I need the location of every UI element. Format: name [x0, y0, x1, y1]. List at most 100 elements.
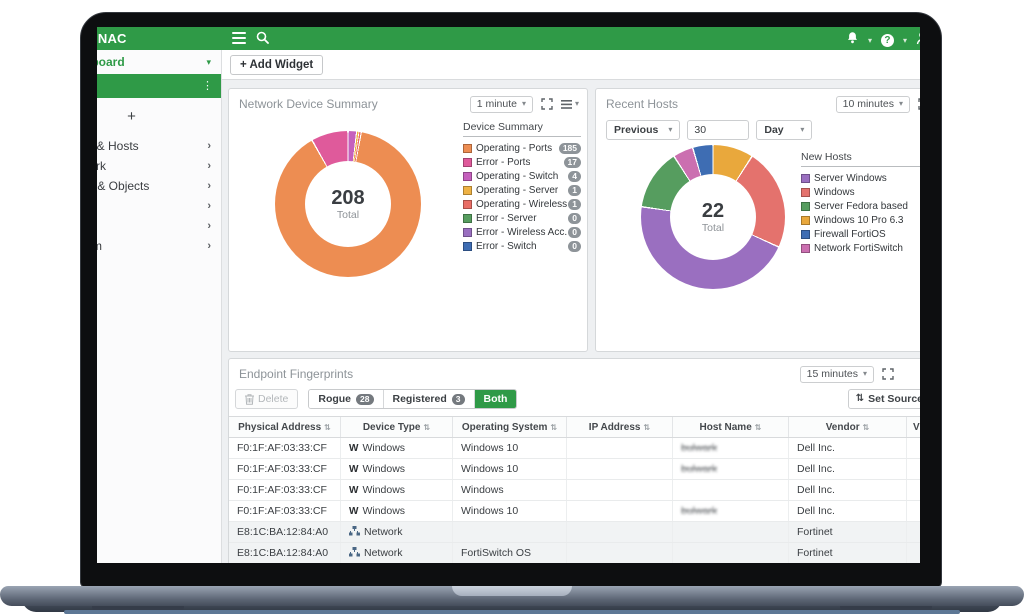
help-icon[interactable]: ?	[881, 34, 894, 47]
chevron-right-icon: ›	[207, 176, 211, 196]
windows-icon: W	[349, 443, 358, 454]
swatch	[801, 230, 810, 239]
swatch	[801, 244, 810, 253]
recent-hosts-donut-chart[interactable]: 22 Total	[641, 145, 785, 289]
bell-icon[interactable]	[846, 31, 859, 50]
bell-dropdown-caret[interactable]: ▾	[868, 37, 872, 45]
filter-both-button[interactable]: Both	[475, 390, 517, 408]
swatch	[463, 200, 472, 209]
table-row[interactable]: E8:1C:BA:12:84:A0 WNetwork FortiSwitch O…	[229, 543, 920, 563]
legend-item[interactable]: Windows	[801, 186, 920, 199]
legend-item[interactable]: Operating - Switch4	[463, 170, 581, 183]
search-icon[interactable]	[256, 31, 269, 49]
sidebar-item-dashboard[interactable]: Dashboard ▾	[97, 50, 221, 74]
sidebar-item-policy-objects[interactable]: Policy & Objects›	[97, 176, 221, 196]
sort-icon: ⇅	[550, 423, 557, 432]
expand-icon[interactable]	[540, 97, 554, 111]
legend-item[interactable]: Error - Wireless Acc...0	[463, 226, 581, 239]
delete-button[interactable]: Delete	[235, 389, 298, 409]
legend-item[interactable]: Firewall FortiOS	[801, 228, 920, 241]
host-name-redacted: bulwark	[681, 442, 717, 454]
chevron-right-icon: ›	[207, 156, 211, 176]
menu-hamburger-icon[interactable]	[232, 32, 246, 44]
time-range-dropdown[interactable]: 10 minutes▾	[836, 96, 910, 113]
network-icon	[349, 526, 360, 536]
windows-icon: W	[349, 464, 358, 475]
col-operating-system[interactable]: Operating System⇅	[453, 417, 567, 437]
app-logo: FortiNAC	[97, 27, 127, 50]
sidebar-item-portal[interactable]: Portal›	[97, 196, 221, 216]
endpoint-toolbar: Delete Rogue 28 Registered 3 Both	[235, 387, 920, 411]
legend-item[interactable]: Operating - Server1	[463, 184, 581, 197]
col-physical-address[interactable]: Physical Address⇅	[229, 417, 341, 437]
legend-item[interactable]: Server Fedora based	[801, 200, 920, 213]
table-row[interactable]: F0:1F:AF:03:33:CF WWindows Windows 10 bu…	[229, 501, 920, 522]
previous-select[interactable]: Previous▾	[606, 120, 680, 140]
chevron-right-icon: ›	[207, 236, 211, 256]
expand-icon[interactable]	[917, 97, 920, 111]
chevron-down-icon: ▾	[668, 126, 672, 134]
help-dropdown-caret[interactable]: ▾	[903, 37, 907, 45]
sort-icon: ⇅	[863, 423, 870, 432]
swatch	[463, 228, 472, 237]
sidebar-item-logs[interactable]: Logs›	[97, 216, 221, 236]
col-view[interactable]: View	[907, 417, 920, 437]
device-summary-donut-chart[interactable]: 208 Total	[275, 131, 421, 277]
sidebar-item-network[interactable]: Network›	[97, 156, 221, 176]
table-row[interactable]: F0:1F:AF:03:33:CF WWindows Windows 10 bu…	[229, 438, 920, 459]
sidebar-item-users-hosts[interactable]: Users & Hosts›	[97, 136, 221, 156]
kebab-menu-icon[interactable]: ⋮	[202, 81, 213, 92]
add-widget-button[interactable]: + Add Widget	[230, 55, 323, 75]
sort-arrows-icon: ⇅	[856, 394, 864, 404]
chevron-right-icon: ›	[207, 136, 211, 156]
time-range-dropdown[interactable]: 15 minutes▾	[800, 366, 874, 383]
filter-rogue-button[interactable]: Rogue 28	[309, 390, 383, 408]
chevron-down-icon: ▾	[206, 50, 211, 74]
sort-icon: ⇅	[644, 423, 651, 432]
sidebar-dashboard-selected-item[interactable]: ⋮	[97, 74, 221, 98]
trash-icon	[245, 394, 254, 405]
endpoint-table: Physical Address⇅ Device Type⇅ Operating…	[229, 416, 920, 563]
swatch	[801, 202, 810, 211]
period-unit-select[interactable]: Day▾	[756, 120, 812, 140]
col-vendor[interactable]: Vendor⇅	[789, 417, 907, 437]
legend-item[interactable]: Operating - Wireless...1	[463, 198, 581, 211]
legend-item[interactable]: Operating - Ports185	[463, 142, 581, 155]
count-badge: 1	[568, 199, 581, 210]
network-icon	[349, 547, 360, 557]
swatch	[463, 214, 472, 223]
filter-segmented-control: Rogue 28 Registered 3 Both	[308, 389, 517, 409]
sidebar-add-dashboard-button[interactable]: +	[97, 108, 221, 124]
time-range-dropdown[interactable]: 1 minute▾	[470, 96, 533, 113]
table-row[interactable]: F0:1F:AF:03:33:CF WWindows Windows Dell …	[229, 480, 920, 501]
host-name-redacted: bulwark	[681, 463, 717, 475]
host-name-redacted: bulwark	[681, 505, 717, 517]
legend-title: Device Summary	[463, 121, 581, 137]
donut-total: 22	[702, 200, 724, 222]
sort-icon: ⇅	[324, 423, 331, 432]
chevron-down-icon: ▾	[800, 126, 804, 134]
dashboard-content: Network Device Summary 1 minute▾ ▾	[222, 80, 920, 563]
legend-item[interactable]: Error - Ports17	[463, 156, 581, 169]
widget-menu-icon[interactable]: ▾	[561, 100, 579, 109]
set-source-button[interactable]: ⇅ Set Source	[848, 389, 920, 409]
table-row[interactable]: E8:1C:BA:12:84:A0 WNetwork Fortinet	[229, 522, 920, 543]
period-count-input[interactable]	[687, 120, 749, 140]
laptop-screen: FortiNAC ▾ ? ▾	[97, 27, 920, 563]
col-device-type[interactable]: Device Type⇅	[341, 417, 453, 437]
sort-icon: ⇅	[755, 423, 762, 432]
legend-item[interactable]: Windows 10 Pro 6.3	[801, 214, 920, 227]
col-host-name[interactable]: Host Name⇅	[673, 417, 789, 437]
col-ip-address[interactable]: IP Address⇅	[567, 417, 673, 437]
table-row[interactable]: F0:1F:AF:03:33:CF WWindows Windows 10 bu…	[229, 459, 920, 480]
expand-icon[interactable]	[881, 367, 895, 381]
user-profile-icon[interactable]	[916, 31, 920, 50]
filter-registered-button[interactable]: Registered 3	[384, 390, 475, 408]
legend-item[interactable]: Error - Switch0	[463, 240, 581, 253]
legend-item[interactable]: Error - Server0	[463, 212, 581, 225]
windows-icon: W	[349, 485, 358, 496]
app-header-bar: FortiNAC ▾ ? ▾	[97, 27, 920, 50]
legend-item[interactable]: Server Windows	[801, 172, 920, 185]
sidebar-item-system[interactable]: System›	[97, 236, 221, 256]
legend-item[interactable]: Network FortiSwitch	[801, 242, 920, 255]
